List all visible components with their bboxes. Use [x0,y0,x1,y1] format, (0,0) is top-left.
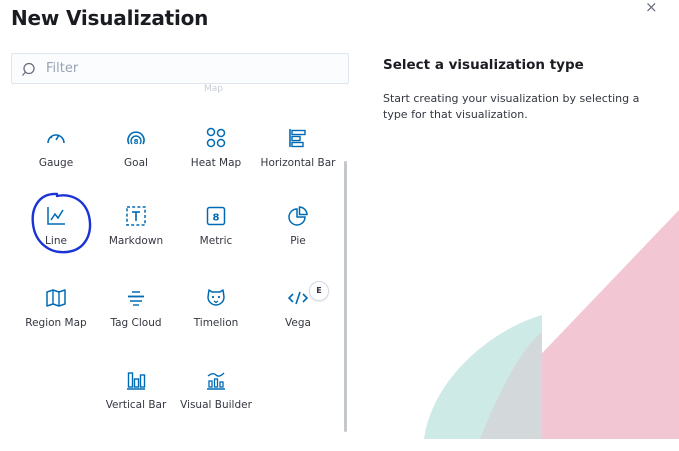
pie-icon [288,206,308,226]
close-icon[interactable]: × [645,0,658,16]
tile-markdown[interactable]: Markdown [97,205,175,269]
goal-icon: 8 [127,131,145,146]
filter-input[interactable] [46,54,336,83]
modal-title: New Visualization [11,6,209,30]
info-title: Select a visualization type [383,57,584,73]
tile-label: Horizontal Bar [260,157,336,169]
tile-label: Vega [285,317,311,329]
filter-field[interactable] [11,53,349,84]
info-description: Start creating your visualization by sel… [383,92,640,121]
annotation-circle [31,192,92,254]
visual-builder-icon [207,372,225,390]
gauge-icon [47,134,65,144]
tile-metric[interactable]: 8 Metric [177,205,255,269]
horizontal-bar-icon [289,129,306,148]
vertical-bar-icon [127,372,146,390]
tile-timelion[interactable]: Timelion [177,287,255,351]
tile-tag-cloud[interactable]: Tag Cloud [97,287,175,351]
experimental-badge: E [309,281,329,301]
vega-icon [287,291,309,305]
tile-gauge[interactable]: Gauge [17,127,95,191]
svg-text:8: 8 [213,213,220,224]
markdown-icon [126,206,146,226]
decorative-illustration [424,210,679,439]
tile-pie[interactable]: Pie [259,205,337,269]
partial-tile-label: Map [204,84,223,94]
tile-visual-builder[interactable]: Visual Builder [177,369,255,433]
timelion-icon [207,289,225,306]
svg-text:8: 8 [134,138,139,146]
heat-map-icon [206,127,226,148]
tile-vertical-bar[interactable]: Vertical Bar [97,369,175,433]
tile-label: Visual Builder [180,399,252,411]
tile-goal[interactable]: 8 Goal [97,127,175,191]
tile-heat-map[interactable]: Heat Map [177,127,255,191]
tile-horizontal-bar[interactable]: Horizontal Bar [259,127,337,191]
search-icon [22,62,35,76]
metric-icon: 8 [206,206,226,226]
tile-region-map[interactable]: Region Map [17,287,95,351]
tag-cloud-icon [128,291,144,306]
region-map-icon [46,289,66,307]
scrollbar[interactable] [344,161,347,432]
tile-label: Pie [290,235,306,247]
